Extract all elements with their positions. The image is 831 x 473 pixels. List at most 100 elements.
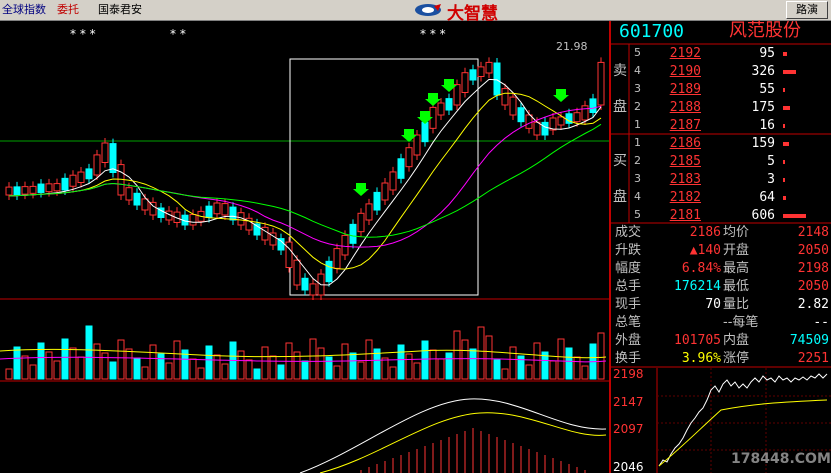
volume-bar — [117, 339, 125, 380]
volume-bar — [509, 346, 517, 380]
buy-level: 5 — [634, 208, 641, 221]
sell-volume: 16 — [759, 118, 775, 133]
buy-volume-bar — [783, 178, 785, 182]
sell-volume: 95 — [759, 46, 775, 61]
stat-value: 2251 — [797, 351, 829, 366]
candle-body — [501, 88, 509, 106]
star-markers: * * — [170, 27, 186, 41]
buy-price[interactable]: 2185 — [651, 154, 701, 170]
volume-bar — [573, 356, 581, 380]
sell-volume-bar — [783, 70, 796, 74]
volume-bar — [13, 346, 21, 380]
volume-bar — [133, 357, 141, 380]
candle-body — [21, 186, 29, 195]
volume-bar — [501, 368, 509, 380]
sell-price[interactable]: 2189 — [651, 82, 701, 98]
sell-volume-bar — [783, 52, 787, 56]
candle-body — [469, 69, 477, 81]
buy-price[interactable]: 2182 — [651, 190, 701, 206]
sell-price[interactable]: 2192 — [651, 46, 701, 62]
sell-level: 4 — [634, 64, 641, 77]
candle-body — [61, 177, 69, 191]
stat-label: 内盘 — [723, 333, 750, 348]
watermark: 178448.COM — [731, 451, 831, 467]
candle-body — [541, 121, 549, 136]
kline-chart[interactable]: * * * * * * * * 21.98 — [0, 21, 611, 473]
tab-global-index[interactable]: 全球指数 — [2, 2, 46, 17]
candle-body — [13, 186, 21, 196]
volume-bar — [165, 362, 173, 380]
volume-bar — [389, 366, 397, 380]
candle-body — [597, 61, 605, 106]
volume-bar — [125, 348, 133, 380]
volume-bar — [461, 339, 469, 380]
buy-volume: 159 — [751, 136, 775, 151]
buy-volume-bar — [783, 214, 807, 218]
stat-value: 70 — [705, 297, 721, 312]
candle-body — [525, 114, 533, 129]
volume-bar — [349, 352, 357, 380]
buy-volume: 5 — [767, 154, 775, 169]
stat-label: 外盘 — [615, 333, 642, 348]
buy-volume-bar — [783, 160, 785, 164]
volume-bar — [381, 357, 389, 380]
candle-body — [85, 168, 93, 180]
candle-body — [373, 191, 381, 211]
stat-label: 开盘 — [723, 243, 750, 258]
candle-body — [421, 121, 429, 143]
candle-body — [589, 98, 597, 114]
buy-price[interactable]: 2183 — [651, 172, 701, 188]
volume-bar — [261, 346, 269, 380]
sell-volume: 326 — [751, 64, 775, 79]
candle-body — [413, 134, 421, 156]
volume-bar — [269, 355, 277, 380]
tab-order[interactable]: 委托 — [57, 2, 79, 17]
stock-name: 风范股份 — [729, 20, 801, 41]
buy-price[interactable]: 2181 — [651, 208, 701, 224]
mini-price-label: 2198 — [613, 368, 644, 381]
stock-code: 601700 — [619, 21, 685, 42]
sell-price[interactable]: 2188 — [651, 100, 701, 116]
tab-broker[interactable]: 国泰君安 — [98, 2, 142, 17]
buy-volume-bar — [783, 142, 790, 146]
volume-bar — [245, 359, 253, 380]
volume-bar — [213, 354, 221, 380]
intraday-mini-chart[interactable]: 2198 2147 2097 2046 178448.COM — [611, 368, 831, 473]
top-toolbar: 全球指数 委托 国泰君安 大智慧 路演 — [0, 0, 831, 24]
sell-price[interactable]: 2187 — [651, 118, 701, 134]
stat-value: 3.96% — [681, 351, 721, 366]
app-logo: 大智慧 — [412, 1, 527, 24]
candle-body — [133, 192, 141, 206]
candle-body — [37, 183, 45, 193]
buy-price[interactable]: 2186 — [651, 136, 701, 152]
volume-bar — [277, 364, 285, 380]
candle-body — [437, 102, 445, 116]
volume-bar — [109, 361, 117, 380]
candle-body — [461, 72, 469, 93]
stat-label: 现手 — [615, 297, 642, 312]
sell-level: 3 — [634, 82, 641, 95]
candle-body — [493, 62, 501, 96]
candle-body — [453, 84, 461, 106]
stat-label: 最低 — [723, 279, 750, 294]
volume-bar — [597, 332, 605, 380]
volume-bar — [53, 360, 61, 380]
candle-body — [309, 283, 317, 296]
sell-level: 1 — [634, 118, 641, 131]
volume-bar — [357, 361, 365, 380]
candle-body — [349, 223, 357, 244]
candle-body — [221, 203, 229, 216]
mini-price-label: 2046 — [613, 460, 644, 473]
candle-body — [397, 158, 405, 179]
candle-body — [573, 112, 581, 123]
volume-bar — [85, 325, 93, 380]
volume-bar — [493, 359, 501, 380]
stat-value: 74509 — [789, 333, 829, 348]
star-markers: * * * — [420, 27, 446, 41]
roadshow-button[interactable]: 路演 — [786, 1, 828, 19]
stat-value: 176214 — [674, 279, 721, 294]
sell-price[interactable]: 2190 — [651, 64, 701, 80]
candle-body — [189, 214, 197, 226]
volume-bar — [333, 365, 341, 380]
volume-bar — [365, 339, 373, 380]
